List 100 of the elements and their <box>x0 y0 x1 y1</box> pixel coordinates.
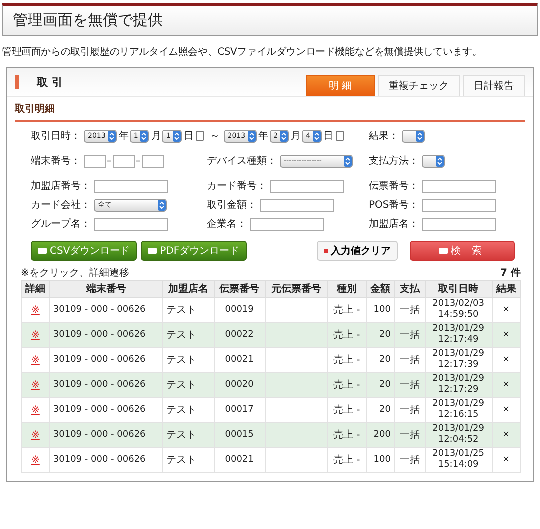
detail-link[interactable]: ※ <box>32 304 40 316</box>
field-label: カード番号： <box>207 180 267 193</box>
button-icon <box>438 248 448 254</box>
input-field[interactable] <box>113 154 135 168</box>
unit-label: 日 <box>184 130 194 143</box>
table-cell: テスト <box>162 422 214 448</box>
input-field[interactable] <box>94 218 168 230</box>
column-header: 詳細 <box>22 280 50 298</box>
unit-label: 日 <box>324 130 334 143</box>
table-cell: 売上 - <box>328 322 366 348</box>
dropdown-arrow-icon <box>312 130 321 142</box>
table-cell: 20 <box>366 322 394 348</box>
dropdown-arrow-icon <box>158 200 166 210</box>
column-header: 種別 <box>328 280 366 298</box>
field-label: デバイス種類： <box>207 154 277 168</box>
table-cell: 一括 <box>394 422 426 448</box>
dropdown-arrow-icon <box>140 130 148 142</box>
detail-link[interactable]: ※ <box>32 380 40 390</box>
field-label: POS番号： <box>369 198 420 212</box>
field-label: カード会社： <box>31 198 91 212</box>
action-button[interactable]: 入力値クリア <box>316 241 398 261</box>
table-cell: × <box>492 322 520 348</box>
input-field[interactable] <box>270 180 344 192</box>
field-label: 企業名： <box>207 218 247 231</box>
field-label: 伝票番号： <box>369 180 419 193</box>
table-cell: テスト <box>162 448 214 472</box>
unit-label: 月 <box>151 130 162 143</box>
table-cell: 売上 - <box>328 422 366 448</box>
detail-link[interactable]: ※ <box>32 454 40 466</box>
button-icon <box>38 248 47 254</box>
table-cell: 00022 <box>214 322 266 348</box>
table-cell: 200 <box>366 422 394 448</box>
page-heading: 管理画面を無償で提供 <box>2 3 538 36</box>
select-field[interactable] <box>402 130 425 142</box>
column-header: 伝票番号 <box>214 280 266 298</box>
field-label: 端末番号： <box>31 154 81 168</box>
table-cell: 一括 <box>394 372 426 398</box>
table-cell: 2013/01/29 12:04:52 <box>425 422 492 448</box>
hint-text: ※をクリック、詳細遷移 <box>21 266 130 280</box>
unit-label: 年 <box>258 130 269 143</box>
table-cell: 30109 - 000 - 00626 <box>50 422 163 448</box>
table-cell: 売上 - <box>328 448 366 472</box>
input-field[interactable] <box>422 218 496 230</box>
field-label: 支払方法： <box>369 154 419 168</box>
calendar-icon[interactable] <box>336 131 344 141</box>
table-cell: 20 <box>366 372 394 398</box>
table-cell: テスト <box>162 372 214 398</box>
dropdown-arrow-icon <box>416 130 424 142</box>
tab[interactable]: 日計報告 <box>463 75 525 96</box>
column-header: 加盟店名 <box>162 280 214 298</box>
table-cell: 一括 <box>394 448 426 472</box>
dropdown-arrow-icon <box>344 156 352 166</box>
detail-link[interactable]: ※ <box>32 430 40 440</box>
table-cell: 売上 - <box>328 372 366 398</box>
table-cell: 2013/01/29 12:17:29 <box>425 372 492 398</box>
column-header: 元伝票番号 <box>265 280 328 298</box>
detail-link[interactable]: ※ <box>32 330 40 340</box>
detail-link[interactable]: ※ <box>32 404 40 416</box>
detail-link[interactable]: ※ <box>32 354 40 366</box>
action-button[interactable]: PDFダウンロード <box>141 241 247 261</box>
field-label: 取引金額： <box>207 198 257 212</box>
input-field[interactable] <box>250 218 324 230</box>
panel-title: 取 引 <box>37 74 63 90</box>
result-count: 7 件 <box>500 266 521 280</box>
table-cell: × <box>492 448 520 472</box>
table-cell: テスト <box>162 322 214 348</box>
range-separator: ～ <box>210 130 220 143</box>
field-label: グループ名： <box>31 218 91 231</box>
button-icon <box>148 248 158 254</box>
unit-label: 年 <box>118 130 129 143</box>
column-header: 金額 <box>366 280 394 298</box>
tab[interactable]: 重複チェック <box>378 75 460 96</box>
accent-bar <box>15 75 19 89</box>
action-button[interactable]: 検 索 <box>410 241 515 261</box>
input-field[interactable] <box>84 154 106 168</box>
column-header: 支払 <box>394 280 426 298</box>
dash-separator: – <box>107 156 112 166</box>
action-button[interactable]: CSVダウンロード <box>31 241 138 261</box>
field-label: 加盟店名： <box>369 218 419 231</box>
table-cell: 00020 <box>214 372 266 398</box>
input-field[interactable] <box>422 198 496 212</box>
input-field[interactable] <box>260 198 334 212</box>
table-cell: 2013/01/25 15:14:09 <box>425 448 492 472</box>
input-field[interactable] <box>142 154 164 168</box>
input-field[interactable] <box>94 180 168 192</box>
table-cell: 2013/01/29 12:17:49 <box>425 322 492 348</box>
select-field[interactable] <box>422 154 445 168</box>
table-cell: 30109 - 000 - 00626 <box>50 448 163 472</box>
calendar-icon[interactable] <box>196 131 204 141</box>
bullet-icon <box>324 249 328 253</box>
column-header: 取引日時 <box>425 280 492 298</box>
input-field[interactable] <box>422 180 496 192</box>
dropdown-arrow-icon <box>172 130 181 142</box>
table-cell: 00021 <box>214 448 266 472</box>
table-cell: × <box>492 372 520 398</box>
column-header: 端末番号 <box>50 280 163 298</box>
table-cell: 100 <box>366 448 394 472</box>
field-label: 取引日時： <box>31 130 81 143</box>
section-title: 取引明細 <box>15 97 525 122</box>
dropdown-arrow-icon <box>436 156 444 166</box>
